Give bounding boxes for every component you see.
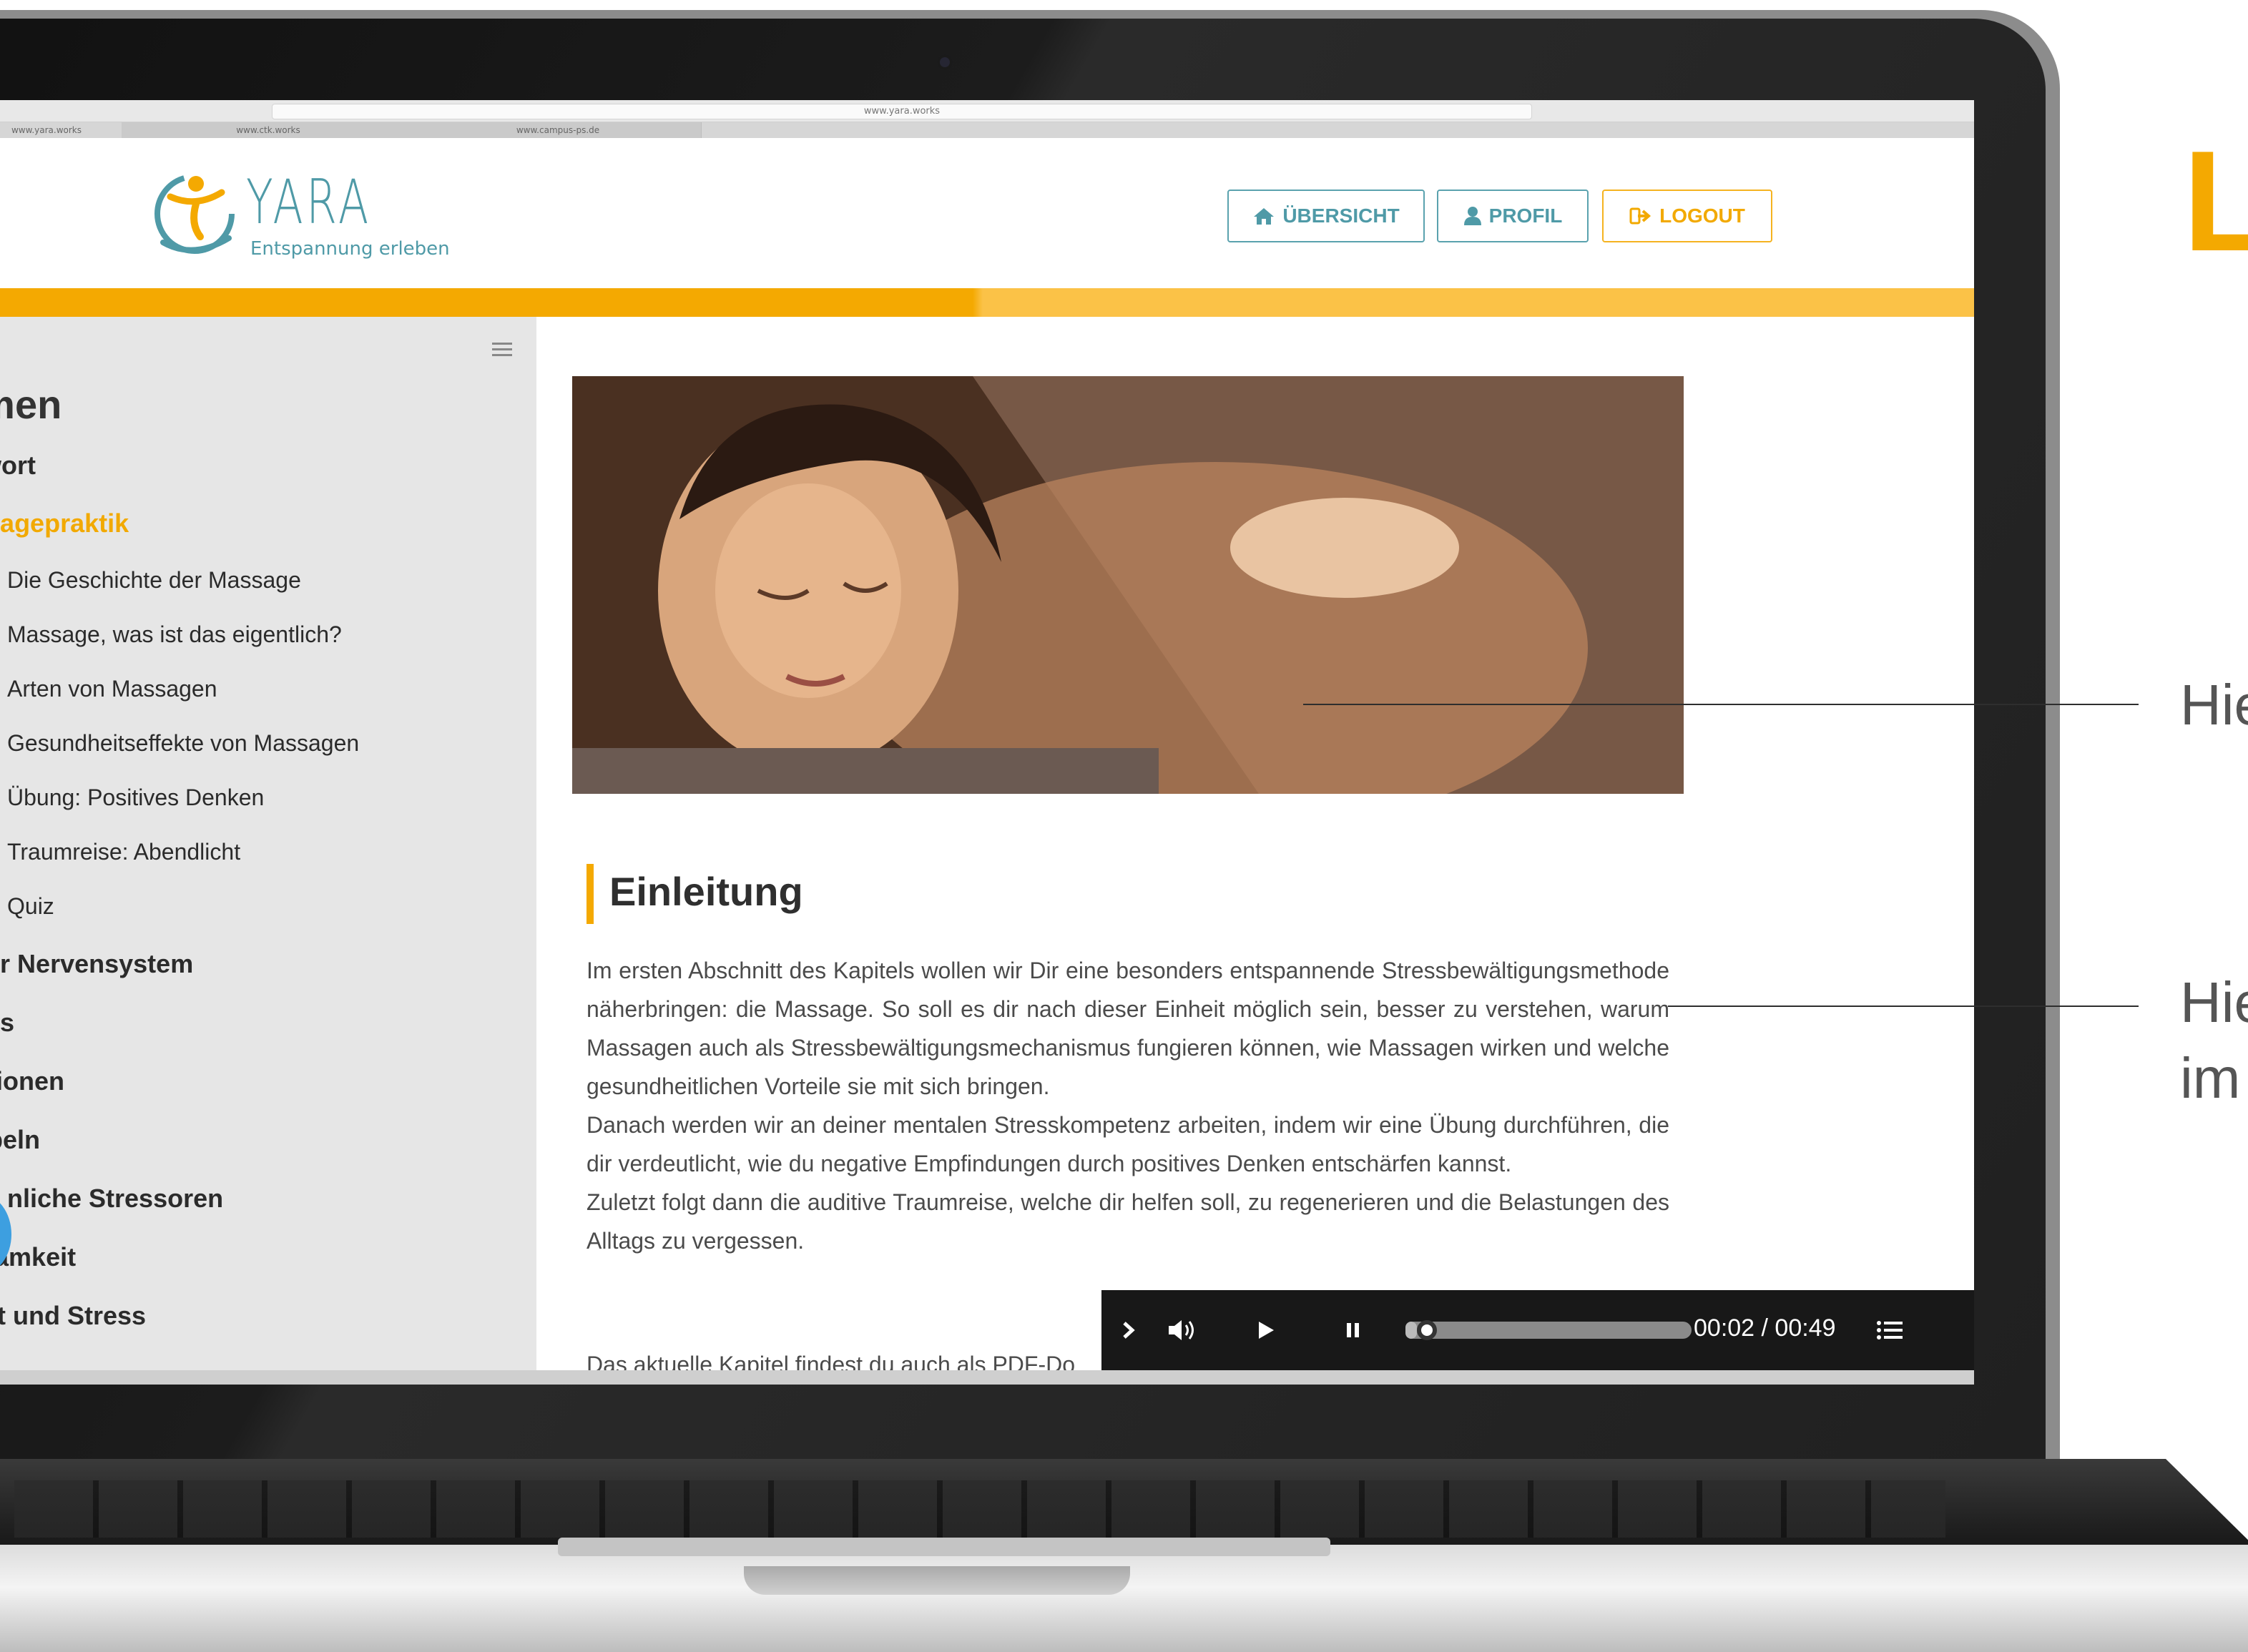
sidebar-chapter[interactable]: nliche Stressoren [7,1184,223,1214]
playlist-button[interactable] [1871,1312,1908,1349]
browser-tab-strip: www.yara.works www.ctk.works www.campus-… [0,122,1974,138]
profile-label: PROFIL [1488,205,1563,227]
volume-icon [1169,1320,1194,1340]
browser-tab-yara[interactable]: www.yara.works [0,122,122,138]
sidebar-chapter[interactable]: ser Nervensystem [0,949,193,979]
progress-fill [1405,1322,1417,1339]
browser-toolbar: www.yara.works [0,100,1974,122]
browser-tab-ctk[interactable]: www.ctk.works [122,122,416,138]
yara-logo-icon[interactable] [150,168,243,261]
sidebar-chapter[interactable]: ess [0,1008,14,1038]
sidebar-chapter[interactable]: rwort [0,451,36,481]
laptop-notch [744,1566,1130,1595]
logout-label: LOGOUT [1659,205,1745,227]
sidebar-chapter-active[interactable]: ssagepraktik [0,508,129,539]
logo-tagline: Entspannung erleben [250,238,450,260]
chevron-right-icon [1123,1322,1135,1339]
logout-button[interactable]: LOGOUT [1602,190,1772,242]
screen-bottom-edge [0,1370,1974,1385]
profile-button[interactable]: PROFIL [1437,190,1589,242]
corner-heading: L [2183,122,2248,281]
callout-line [1303,704,2139,705]
home-icon [1254,208,1275,225]
chapter-sidebar: emen rwort ssagepraktik Die Geschichte d… [0,317,536,1385]
callout-label: Hie [2180,970,2248,1034]
volume-button[interactable] [1164,1312,1202,1349]
sidebar-chapter[interactable]: übeln [0,1125,40,1155]
site-header: YARA Entspannung erleben ÜBERSICHT PROFI… [0,138,1974,288]
hero-massage-image [572,376,1684,794]
intro-paragraph: Danach werden wir an deiner mentalen Str… [586,1112,1669,1176]
sidebar-subitem[interactable]: Traumreise: Abendlicht [7,839,240,865]
section-accent-bar [586,864,594,924]
callout-label: Hie [2180,673,2248,737]
sidebar-subitem[interactable]: Die Geschichte der Massage [7,567,301,594]
play-icon [1259,1322,1274,1339]
massage-photo-illustration [572,376,1684,794]
sign-out-icon [1629,207,1651,225]
webcam [937,54,953,70]
keyboard-keys [14,1480,1945,1538]
player-collapse-button[interactable] [1110,1312,1147,1349]
list-icon [1877,1321,1903,1339]
sidebar-heading: emen [0,382,62,427]
progress-handle[interactable] [1417,1320,1437,1340]
section-title: Einleitung [609,869,803,914]
sidebar-chapter[interactable]: tsamkeit [0,1242,76,1272]
browser-tab-campus[interactable]: www.campus-ps.de [415,122,702,138]
sidebar-subitem[interactable]: Quiz [7,893,54,920]
play-button[interactable] [1247,1312,1285,1349]
time-readout: 00:02 / 00:49 [1694,1314,1836,1342]
sidebar-chapter[interactable]: otionen [0,1066,64,1096]
intro-paragraph: Zuletzt folgt dann die auditive Traumrei… [586,1189,1669,1254]
laptop-base [0,1545,2248,1652]
callout-label: im [2180,1046,2241,1110]
laptop-hinge [558,1538,1330,1556]
overview-label: ÜBERSICHT [1282,205,1400,227]
sidebar-subitem[interactable]: Arten von Massagen [7,676,217,702]
user-icon [1463,207,1481,225]
overview-button[interactable]: ÜBERSICHT [1227,190,1425,242]
progress-bar[interactable] [1405,1320,1692,1340]
sidebar-subitem[interactable]: Übung: Positives Denken [7,785,264,811]
address-bar[interactable]: www.yara.works [272,104,1532,119]
sidebar-subitem[interactable]: Massage, was ist das eigentlich? [7,621,342,648]
callout-line [1668,1006,2139,1007]
sidebar-subitem[interactable]: Gesundheitseffekte von Massagen [7,730,359,757]
logo-wordmark: YARA [246,167,372,238]
audio-player: 00:02 / 00:49 [1101,1290,1974,1370]
intro-paragraph: Im ersten Abschnitt des Kapitels wollen … [586,958,1669,1099]
intro-text: Im ersten Abschnitt des Kapitels wollen … [586,951,1669,1260]
pause-button[interactable] [1335,1312,1372,1349]
laptop-screen: www.yara.works www.yara.works www.ctk.wo… [0,100,1974,1385]
header-accent-band [0,288,1974,317]
menu-icon[interactable] [492,341,512,358]
pause-icon [1347,1323,1359,1337]
sidebar-chapter[interactable]: ort und Stress [0,1301,146,1331]
